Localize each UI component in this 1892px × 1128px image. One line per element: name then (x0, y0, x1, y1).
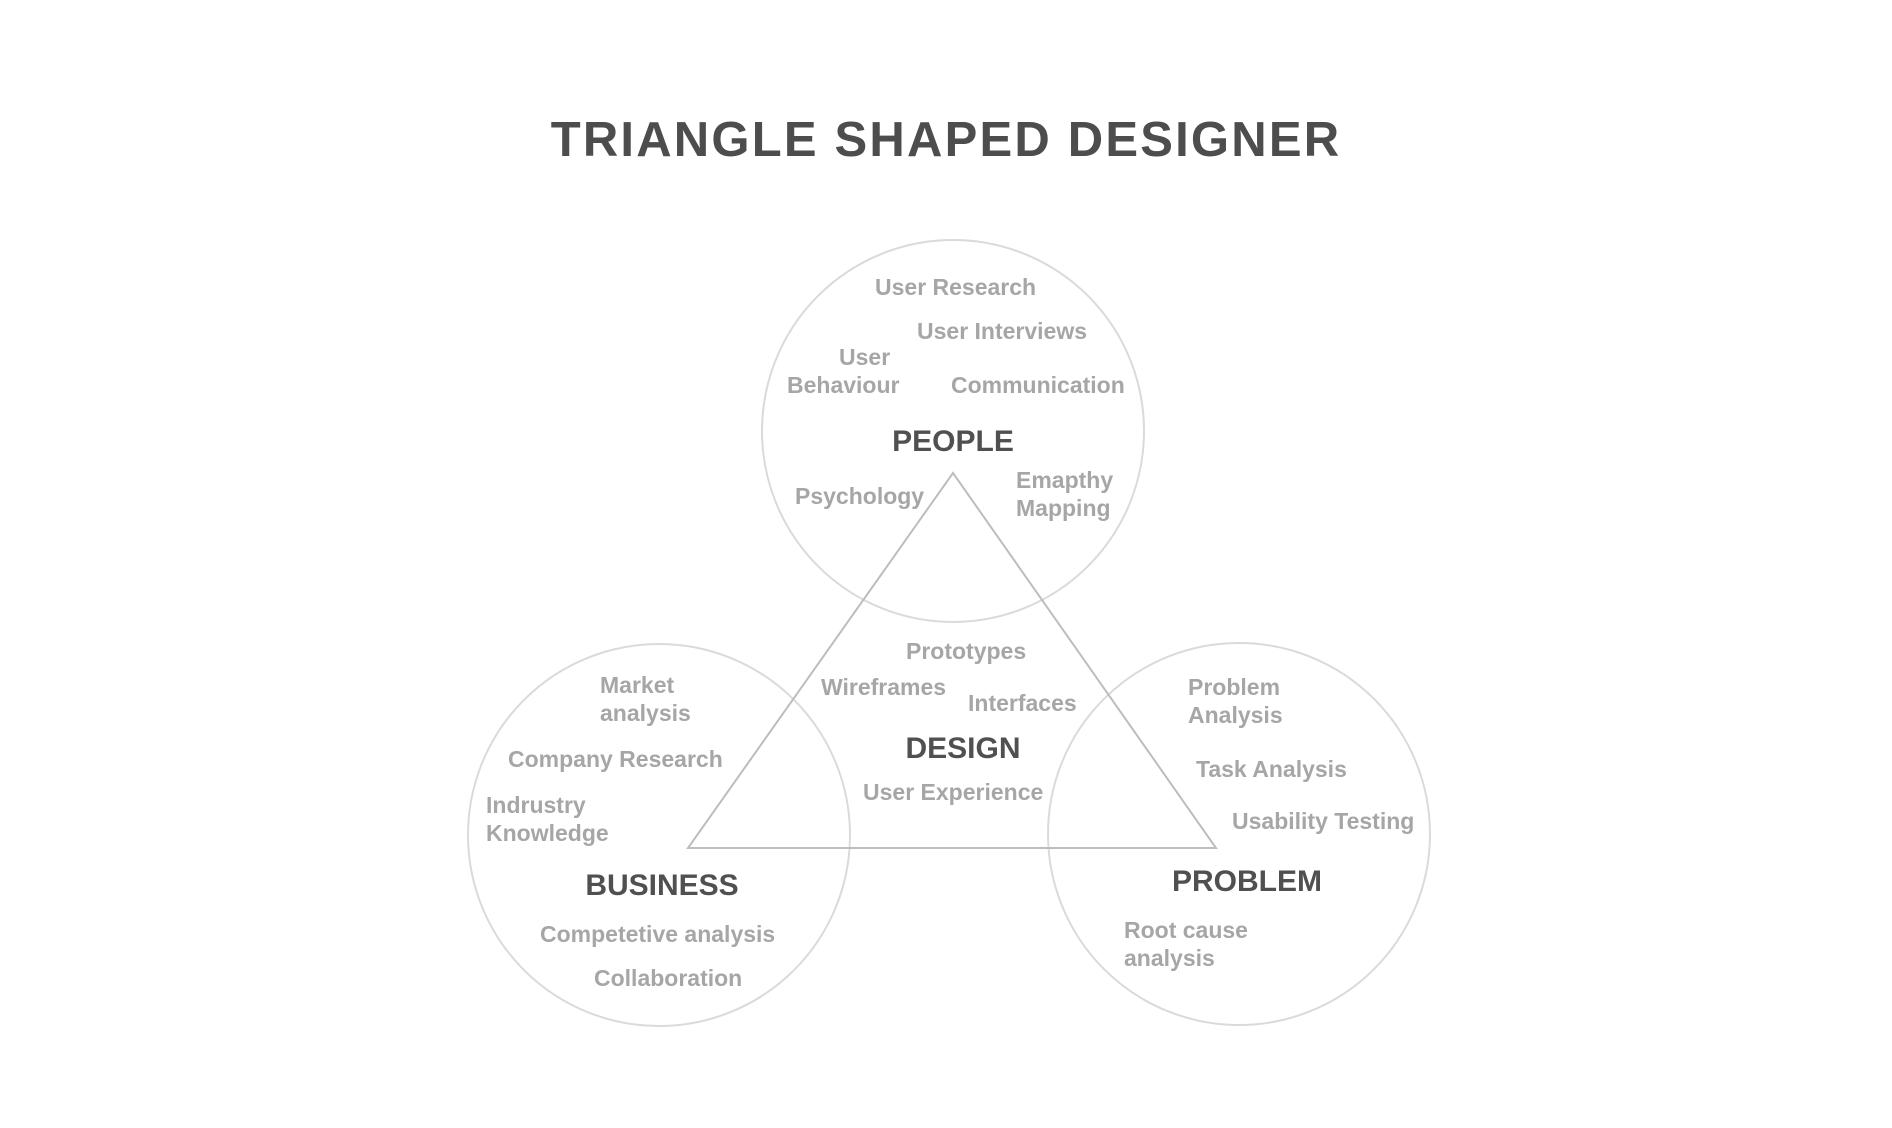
design-item-user-experience: User Experience (863, 779, 1043, 805)
business-item-competetive-analysis: Competetive analysis (540, 921, 775, 947)
problem-item-root-cause-line2: analysis (1124, 945, 1215, 971)
problem-item-analysis-line1: Problem (1188, 674, 1280, 700)
people-item-user-research: User Research (875, 274, 1036, 300)
people-item-user-behaviour-line1: User (839, 344, 890, 370)
business-item-company-research: Company Research (508, 746, 723, 772)
design-item-prototypes: Prototypes (906, 638, 1026, 664)
problem-circle (1047, 642, 1431, 1026)
triangle-designer-diagram: TRIANGLE SHAPED DESIGNER PEOPLE User Res… (467, 113, 1431, 1027)
people-item-psychology: Psychology (795, 483, 924, 509)
business-label: BUSINESS (585, 869, 738, 902)
problem-item-task-analysis: Task Analysis (1196, 756, 1347, 782)
business-item-collaboration: Collaboration (594, 965, 742, 991)
people-item-communication: Communication (951, 372, 1125, 398)
problem-item-root-cause-line1: Root cause (1124, 917, 1248, 943)
people-label: PEOPLE (892, 425, 1014, 458)
people-item-user-interviews: User Interviews (917, 318, 1087, 344)
design-label: DESIGN (905, 732, 1020, 765)
business-item-industry-line2: Knowledge (486, 820, 609, 846)
people-item-empathy-line2: Mapping (1016, 495, 1111, 521)
people-item-empathy-line1: Emapthy (1016, 467, 1113, 493)
problem-label: PROBLEM (1172, 865, 1322, 898)
problem-item-usability-testing: Usability Testing (1232, 808, 1414, 834)
business-item-market-line1: Market (600, 672, 674, 698)
diagram-title: TRIANGLE SHAPED DESIGNER (551, 113, 1342, 167)
business-item-market-line2: analysis (600, 700, 691, 726)
design-item-wireframes: Wireframes (821, 674, 946, 700)
people-item-user-behaviour-line2: Behaviour (787, 372, 900, 398)
business-item-industry-line1: Indrustry (486, 792, 586, 818)
design-item-interfaces: Interfaces (968, 690, 1077, 716)
problem-item-analysis-line2: Analysis (1188, 702, 1283, 728)
